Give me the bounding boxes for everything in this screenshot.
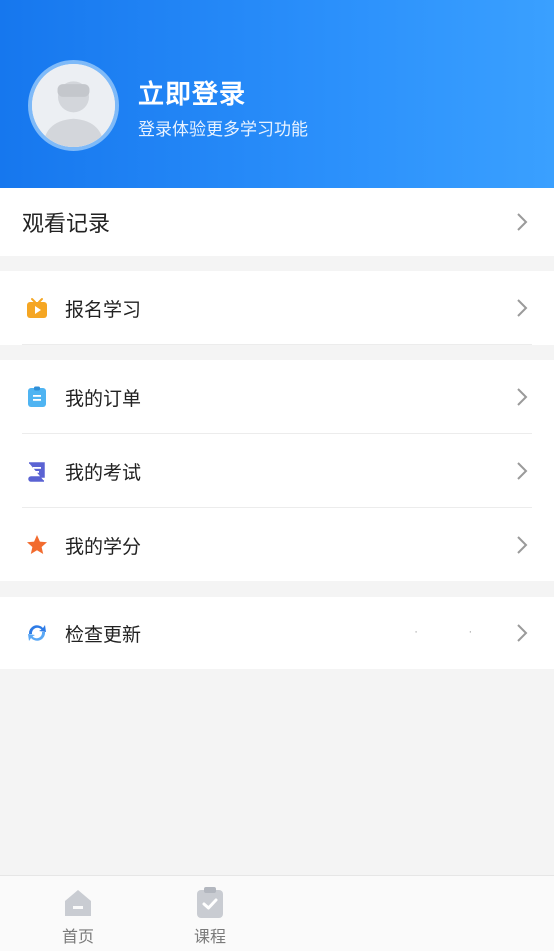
divider	[22, 344, 532, 345]
signup-label: 报名学习	[65, 298, 142, 321]
bottom-tab-bar: 首页 课程	[0, 875, 554, 951]
chevron-right-icon	[516, 387, 528, 407]
login-subtitle: 登录体验更多学习功能	[138, 120, 308, 140]
tv-icon	[26, 297, 48, 319]
chevron-right-icon	[516, 623, 528, 643]
home-icon	[61, 886, 95, 920]
update-section: 检查更新 · ·	[0, 597, 554, 669]
tab-courses[interactable]: 课程	[170, 876, 250, 951]
credits-row[interactable]: 我的学分	[0, 508, 554, 582]
login-title[interactable]: 立即登录	[138, 74, 246, 111]
avatar[interactable]	[28, 60, 119, 151]
chevron-right-icon	[516, 212, 528, 232]
course-clipboard-icon	[193, 886, 227, 920]
history-label: 观看记录	[22, 212, 111, 237]
chevron-right-icon	[516, 298, 528, 318]
account-section: 我的订单 我的考试 我的学分	[0, 360, 554, 581]
check-update-row[interactable]: 检查更新 · ·	[0, 597, 554, 669]
update-label: 检查更新	[65, 623, 142, 646]
chevron-right-icon	[516, 461, 528, 481]
chevron-right-icon	[516, 535, 528, 555]
tab-home[interactable]: 首页	[38, 876, 118, 951]
book-icon	[26, 460, 48, 482]
user-avatar-icon	[32, 64, 115, 147]
refresh-icon	[26, 622, 48, 644]
orders-row[interactable]: 我的订单	[0, 360, 554, 434]
exams-row[interactable]: 我的考试	[0, 434, 554, 508]
update-status: · ·	[414, 627, 496, 639]
history-row[interactable]: 观看记录	[0, 188, 554, 256]
signup-row[interactable]: 报名学习	[0, 271, 554, 345]
profile-header[interactable]: 立即登录 登录体验更多学习功能	[0, 0, 554, 188]
clipboard-icon	[26, 386, 48, 408]
signup-section: 报名学习	[0, 271, 554, 345]
history-section: 观看记录	[0, 188, 554, 256]
star-icon	[26, 534, 48, 556]
tab-courses-label: 课程	[193, 927, 226, 946]
orders-label: 我的订单	[65, 387, 142, 410]
exams-label: 我的考试	[65, 461, 142, 484]
credits-label: 我的学分	[65, 535, 142, 558]
tab-home-label: 首页	[61, 927, 94, 946]
